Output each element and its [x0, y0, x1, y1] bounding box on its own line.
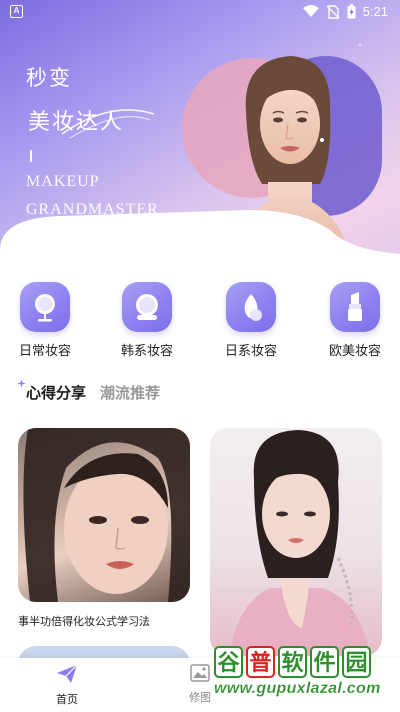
image-icon — [190, 664, 210, 682]
category-western[interactable]: 欧美妆容 — [310, 282, 400, 359]
sparkle-icon — [17, 379, 26, 388]
watermark-char: 谷 — [214, 646, 243, 678]
article-card[interactable] — [210, 428, 382, 656]
category-tile[interactable] — [122, 282, 172, 332]
tab-trend-recommend[interactable]: 潮流推荐 — [100, 382, 160, 403]
category-label: 韩系妆容 — [120, 344, 173, 359]
slogan-divider — [30, 150, 32, 162]
article-card[interactable] — [18, 428, 190, 602]
lipstick-icon — [348, 292, 362, 321]
category-tile[interactable] — [330, 282, 380, 332]
watermark-char: 软 — [278, 646, 307, 678]
nav-label: 首页 — [56, 693, 78, 706]
hero-slogan: 秒变 美妆达人 MAKEUP GRANDMASTER — [26, 62, 159, 224]
category-label: 日常妆容 — [18, 344, 71, 359]
makeup-categories: 日常妆容 韩系妆容 日系妆容 欧美妆容 — [0, 282, 400, 362]
battery-charging-icon — [347, 4, 356, 19]
slogan-swoosh-decor — [61, 109, 155, 139]
compact-icon — [136, 294, 158, 320]
category-label: 欧美妆容 — [328, 344, 381, 359]
watermark-url: www.gupuxlazal.com — [214, 680, 381, 697]
slogan-english-1: MAKEUP — [26, 173, 100, 190]
watermark-char: 园 — [342, 646, 371, 678]
status-bar: A 5:21 — [0, 0, 400, 24]
tab-label: 心得分享 — [26, 384, 87, 402]
category-korean[interactable]: 韩系妆容 — [102, 282, 192, 359]
mirror-icon — [35, 294, 55, 322]
watermark-logo: 谷 普 软 件 园 — [214, 646, 400, 678]
tab-experience-share[interactable]: 心得分享 — [17, 379, 87, 403]
article-title[interactable]: 事半功倍得化妆公式学习法 — [18, 613, 150, 629]
category-tile[interactable] — [226, 282, 276, 332]
no-sim-icon — [326, 4, 340, 19]
paper-plane-icon — [57, 664, 78, 683]
watermark-char: 件 — [310, 646, 339, 678]
content-tabs: 心得分享 潮流推荐 — [17, 379, 160, 403]
category-japanese[interactable]: 日系妆容 — [206, 282, 296, 359]
slogan-line-1: 秒变 — [26, 66, 72, 90]
article-cover-image — [23, 428, 190, 602]
wifi-icon — [302, 5, 319, 17]
watermark-char: 普 — [246, 646, 275, 678]
slogan-english-2: GRANDMASTER — [26, 201, 159, 218]
site-watermark: 谷 普 软 件 园 www.gupuxlazal.com — [214, 646, 400, 708]
category-tile[interactable] — [20, 282, 70, 332]
tab-label: 潮流推荐 — [100, 384, 161, 402]
sponge-icon — [244, 294, 262, 321]
category-label: 日系妆容 — [224, 344, 277, 359]
category-daily[interactable]: 日常妆容 — [0, 282, 90, 359]
article-cover-image — [230, 430, 370, 656]
app-notification-icon: A — [10, 5, 23, 18]
clock: 5:21 — [362, 4, 388, 19]
nav-home[interactable]: 首页 — [32, 664, 102, 707]
